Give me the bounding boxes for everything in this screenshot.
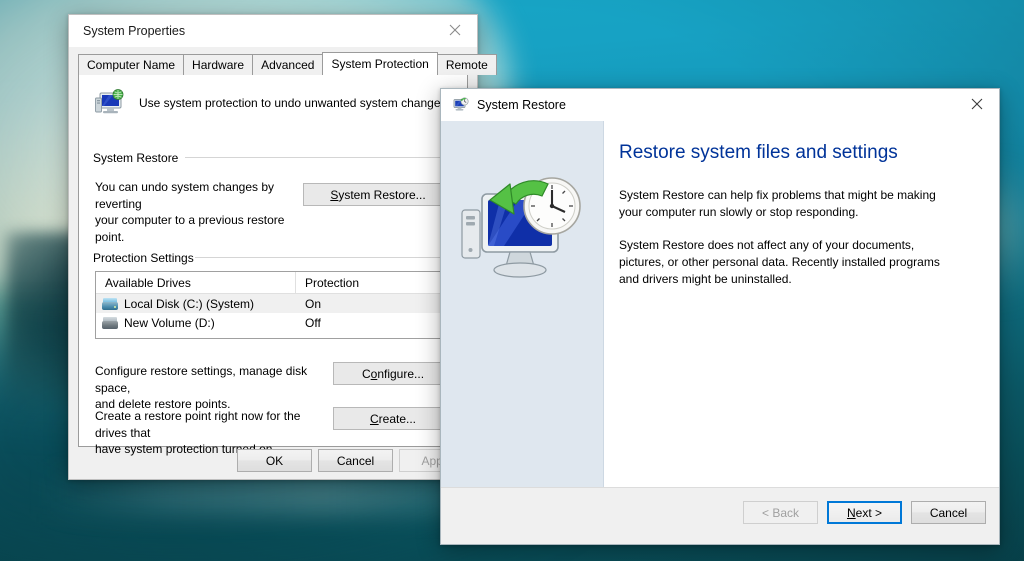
system-properties-window[interactable]: System Properties Computer Name Hardware… <box>68 14 497 480</box>
configure-description-line1: Configure restore settings, manage disk … <box>95 364 308 395</box>
cancel-button[interactable]: Cancel <box>318 449 393 472</box>
system-restore-titlebar[interactable]: System Restore <box>441 89 999 120</box>
available-drives-listview[interactable]: Available Drives Protection Local Disk (… <box>95 271 455 339</box>
back-button: < Back <box>743 501 818 524</box>
column-header-protection[interactable]: Protection <box>296 272 454 293</box>
tab-system-protection[interactable]: System Protection <box>322 52 438 75</box>
system-restore-title: System Restore <box>477 97 566 112</box>
column-header-available-drives[interactable]: Available Drives <box>96 272 296 293</box>
create-button-accesskey: C <box>369 411 379 426</box>
listview-header-row: Available Drives Protection <box>96 272 454 294</box>
tab-label: Hardware <box>192 58 245 72</box>
protection-settings-group-legend: Protection Settings <box>93 251 200 265</box>
system-drive-icon <box>102 297 118 310</box>
system-properties-footer: OK Cancel Apply <box>69 445 477 479</box>
system-restore-button-label-rest: ystem Restore... <box>338 187 426 202</box>
drive-name: New Volume (D:) <box>124 315 215 330</box>
system-properties-tabstrip[interactable]: Computer Name Hardware Advanced System P… <box>78 52 497 75</box>
create-description-line1: Create a restore point right now for the… <box>95 409 301 440</box>
tab-label: Remote <box>445 58 488 72</box>
configure-button-label-pre: C <box>361 366 371 381</box>
configure-button-label-rest: nfigure... <box>377 366 425 381</box>
system-protection-header-text: Use system protection to undo unwanted s… <box>139 96 450 110</box>
next-button[interactable]: Next > <box>827 501 902 524</box>
monitor-with-clock-and-green-arrow-graphic <box>461 177 581 278</box>
system-restore-window[interactable]: System Restore Restore system files and … <box>440 88 1000 545</box>
table-row[interactable]: Local Disk (C:) (System) On <box>96 294 454 313</box>
system-restore-footer: < Back Next > Cancel <box>441 487 999 544</box>
system-restore-paragraph-1: System Restore can help fix problems tha… <box>619 188 936 220</box>
close-icon <box>449 24 460 35</box>
system-protection-icon <box>95 89 124 114</box>
tab-remote[interactable]: Remote <box>436 54 497 75</box>
system-restore-main-pane: Restore system files and settings System… <box>604 121 999 487</box>
create-button-label-rest: reate... <box>378 411 417 426</box>
cancel-button[interactable]: Cancel <box>911 501 986 524</box>
system-restore-close-button[interactable] <box>954 89 999 118</box>
system-restore-icon <box>453 96 469 110</box>
system-restore-group-legend: System Restore <box>93 151 185 165</box>
ok-button[interactable]: OK <box>237 449 312 472</box>
system-restore-body: Restore system files and settings System… <box>441 120 999 487</box>
protection-settings-group-rule <box>195 257 455 258</box>
tab-label: Advanced <box>261 58 315 72</box>
tab-label: Computer Name <box>87 58 176 72</box>
system-restore-group-rule <box>185 157 455 158</box>
drive-icon <box>102 316 118 329</box>
system-restore-description-line1: You can undo system changes by reverting <box>95 180 275 211</box>
system-restore-description-line2: your computer to a previous restore poin… <box>95 213 285 244</box>
system-protection-header: Use system protection to undo unwanted s… <box>79 75 467 119</box>
create-button[interactable]: Create... <box>333 407 453 430</box>
configure-description: Configure restore settings, manage disk … <box>95 363 325 413</box>
drive-protection-status: Off <box>305 315 321 330</box>
system-protection-tab-page: Use system protection to undo unwanted s… <box>78 74 468 456</box>
tab-hardware[interactable]: Hardware <box>183 54 254 75</box>
drive-name: Local Disk (C:) (System) <box>124 296 255 311</box>
back-button-label: < Back <box>761 505 800 520</box>
page-title: Restore system files and settings <box>619 142 898 163</box>
system-restore-button[interactable]: System Restore... <box>303 183 453 206</box>
system-properties-title: System Properties <box>83 24 186 38</box>
system-properties-close-button[interactable] <box>432 15 477 44</box>
close-icon <box>971 98 982 109</box>
tab-advanced[interactable]: Advanced <box>252 54 324 75</box>
system-restore-description: You can undo system changes by reverting… <box>95 179 305 245</box>
drive-protection-status: On <box>305 296 322 311</box>
next-button-label-rest: ext > <box>855 505 883 520</box>
system-restore-paragraph-2: System Restore does not affect any of yo… <box>619 238 940 287</box>
tab-computer-name[interactable]: Computer Name <box>78 54 185 75</box>
tab-label: System Protection <box>331 57 429 71</box>
next-button-accesskey: N <box>846 505 856 520</box>
configure-button[interactable]: Configure... <box>333 362 453 385</box>
system-restore-sidebar <box>441 121 604 487</box>
table-row[interactable]: New Volume (D:) Off <box>96 313 454 332</box>
system-properties-titlebar[interactable]: System Properties <box>69 15 477 47</box>
